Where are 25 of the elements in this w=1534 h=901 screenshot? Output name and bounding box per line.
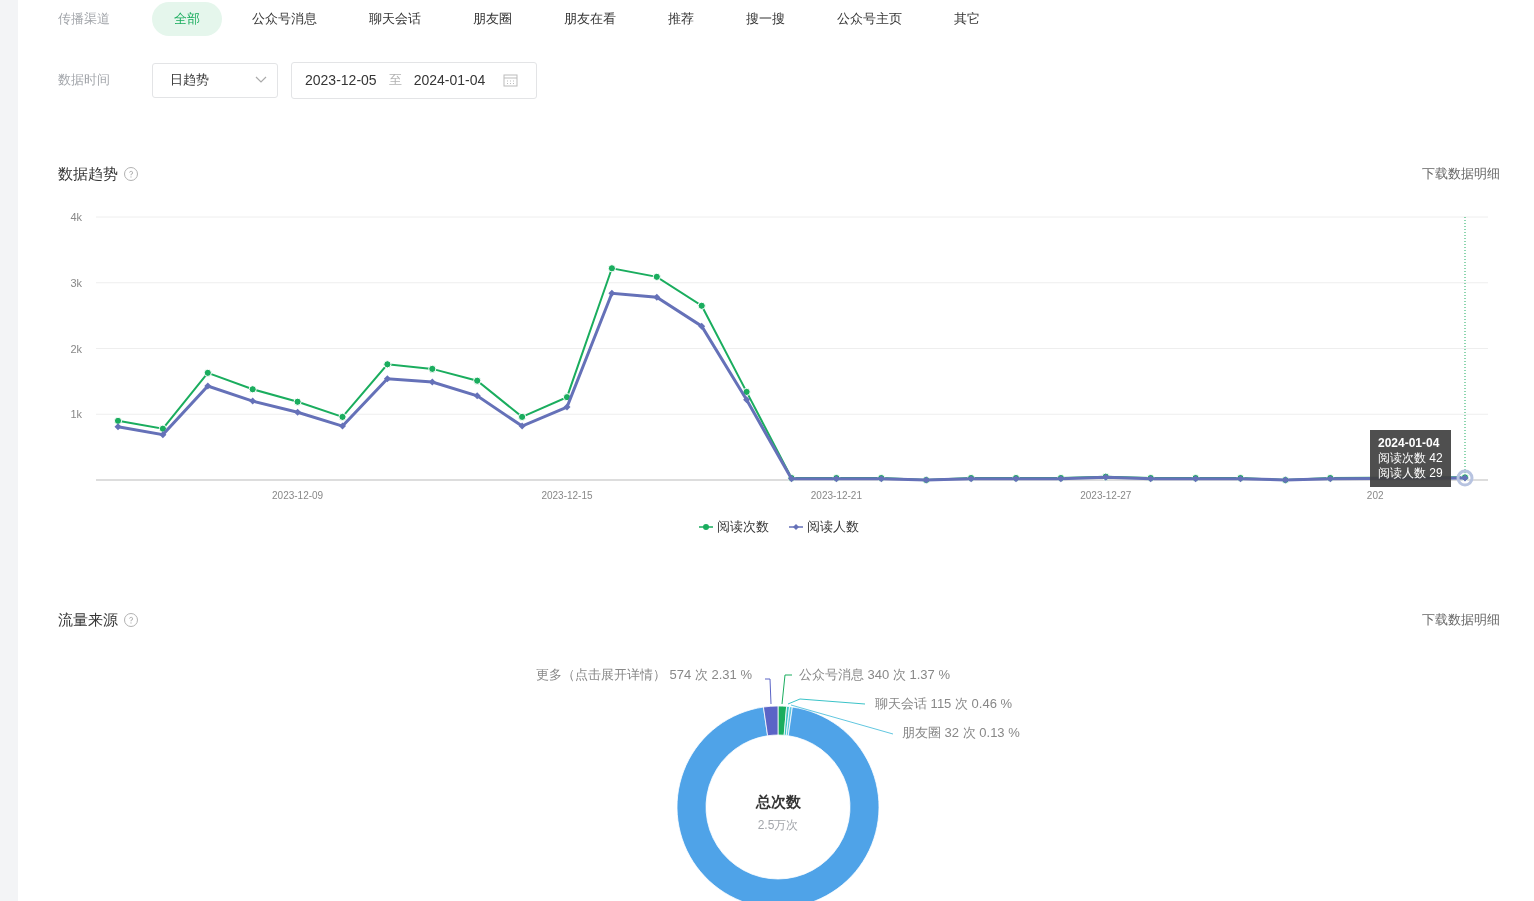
axis-label: 202 — [1366, 490, 1384, 501]
start-date: 2023-12-05 — [305, 72, 377, 88]
center-value: 2.5万次 — [757, 818, 799, 832]
end-date: 2024-01-04 — [413, 72, 486, 88]
axis-label: 2023-12-15 — [541, 490, 593, 501]
tooltip-text: 阅读人数 29 — [1378, 466, 1443, 481]
slice-label: 朋友圈 32 次 0.13 % — [902, 725, 1020, 740]
tooltip-text: 阅读次数 42 — [1378, 451, 1443, 466]
axis-label: 2023-12-27 — [1080, 490, 1132, 501]
date-separator: 至 — [388, 71, 402, 89]
axis-label: 2023-12-21 — [810, 490, 862, 501]
axis-label: 2k — [70, 342, 82, 355]
filter-label: 数据时间 — [58, 71, 111, 89]
slice-label: 聊天会话 115 次 0.46 % — [875, 696, 1013, 711]
axis-label: 3k — [70, 276, 82, 289]
slice-label: 更多（点击展开详情） 574 次 2.31 % — [536, 667, 752, 682]
axis-label: 1k — [70, 408, 82, 421]
slice-label: 公众号消息 340 次 1.37 % — [799, 667, 950, 682]
section-title: 数据趋势 — [58, 164, 118, 184]
center-title: 总次数 — [755, 793, 801, 810]
filter-label: 传播渠道 — [58, 10, 111, 28]
section-title: 流量来源 — [58, 610, 118, 630]
axis-label: 2023-12-09 — [272, 490, 324, 501]
axis-label: 4k — [70, 211, 82, 223]
tooltip-title: 2024-01-04 — [1378, 436, 1441, 451]
